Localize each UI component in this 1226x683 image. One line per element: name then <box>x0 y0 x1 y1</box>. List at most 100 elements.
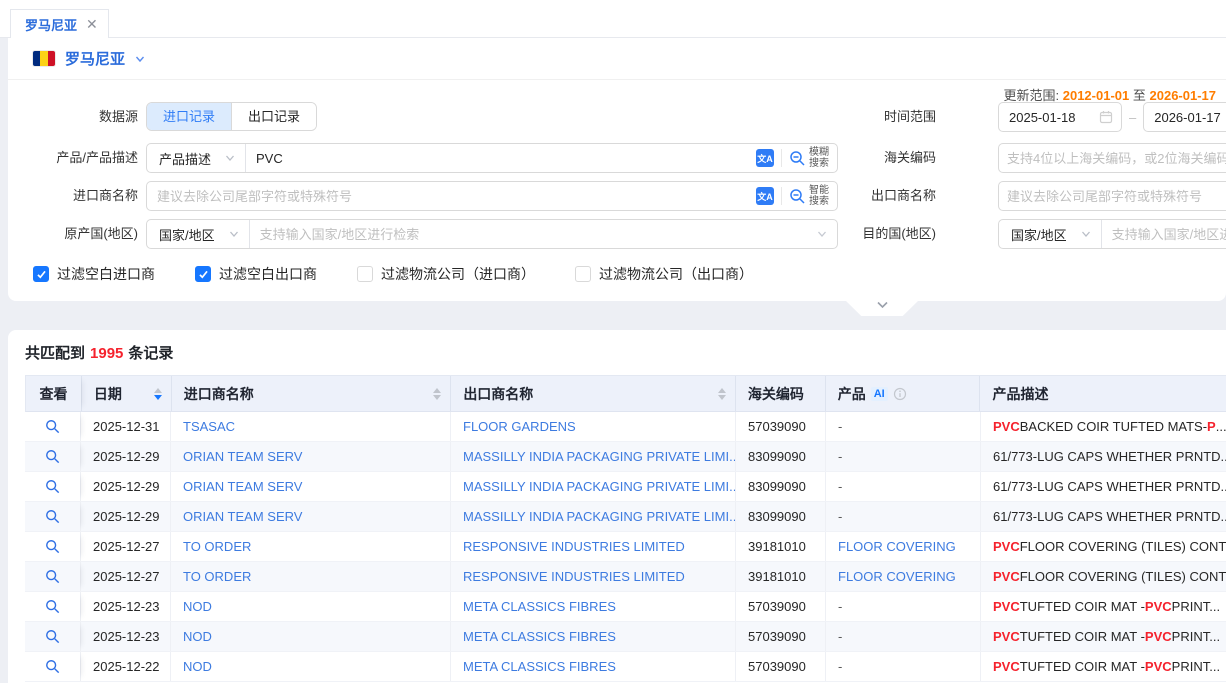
translate-icon[interactable]: 文A <box>756 187 774 205</box>
cell-description: PVC TUFTED COIR MAT - PVC PRINT... <box>980 592 1226 621</box>
exporter-link[interactable]: FLOOR GARDENS <box>463 419 576 434</box>
end-date-input[interactable] <box>1143 102 1226 132</box>
importer-link[interactable]: NOD <box>183 599 212 614</box>
smart-search-button[interactable]: 智能搜索 <box>789 185 829 207</box>
highlight-term: PVC <box>1145 599 1172 614</box>
hs-code-input[interactable] <box>998 143 1226 173</box>
chevron-down-icon[interactable] <box>135 54 145 64</box>
cell-hs-code: 57039090 <box>735 412 825 441</box>
close-icon[interactable]: ✕ <box>86 17 98 31</box>
sort-carets[interactable] <box>718 388 726 400</box>
table-row: 2025-12-29ORIAN TEAM SERVMASSILLY INDIA … <box>25 472 1226 502</box>
importer-link[interactable]: TSASAC <box>183 419 235 434</box>
col-header-importer[interactable]: 进口商名称 <box>171 376 451 411</box>
exporter-input[interactable] <box>998 181 1226 211</box>
table-row: 2025-12-29ORIAN TEAM SERVMASSILLY INDIA … <box>25 502 1226 532</box>
search-icon <box>45 629 60 644</box>
origin-control: 国家/地区 <box>146 219 838 249</box>
table-body: 2025-12-31TSASACFLOOR GARDENS57039090-PV… <box>25 412 1226 682</box>
col-header-date[interactable]: 日期 <box>81 376 171 411</box>
tab-bar: 罗马尼亚 ✕ <box>0 0 1226 38</box>
cell-importer: ORIAN TEAM SERV <box>170 502 450 531</box>
exporter-link[interactable]: RESPONSIVE INDUSTRIES LIMITED <box>463 539 685 554</box>
filter-checkbox[interactable]: 过滤空白进口商 <box>33 264 155 284</box>
importer-link[interactable]: NOD <box>183 629 212 644</box>
product-dash: - <box>838 419 842 434</box>
view-record-button[interactable] <box>25 652 80 681</box>
table-row: 2025-12-27TO ORDERRESPONSIVE INDUSTRIES … <box>25 562 1226 592</box>
destination-type-select[interactable]: 国家/地区 <box>999 220 1102 248</box>
country-selector[interactable]: 罗马尼亚 <box>8 38 1226 80</box>
checkbox-unchecked-icon[interactable] <box>357 266 373 282</box>
hs-code-label: 海关编码 <box>884 143 936 173</box>
cell-exporter: MASSILLY INDIA PACKAGING PRIVATE LIMI... <box>450 502 735 531</box>
records-table: 查看 日期 进口商名称 出口商名称 海关编码 产品 AI 产品描述 <box>25 375 1226 682</box>
col-header-exporter[interactable]: 出口商名称 <box>450 376 735 411</box>
exporter-link[interactable]: MASSILLY INDIA PACKAGING PRIVATE LIMI... <box>463 509 735 524</box>
sort-carets[interactable] <box>154 388 162 400</box>
cell-description: PVC BACKED COIR TUFTED MATS-P... <box>980 412 1226 441</box>
origin-input[interactable] <box>250 220 817 248</box>
view-record-button[interactable] <box>25 622 80 651</box>
export-records-button[interactable]: 出口记录 <box>231 103 316 130</box>
time-range-label: 时间范围 <box>884 102 936 132</box>
view-record-button[interactable] <box>25 562 80 591</box>
importer-link[interactable]: TO ORDER <box>183 569 251 584</box>
translate-icon[interactable]: 文A <box>756 149 774 167</box>
filter-checkbox[interactable]: 过滤物流公司（进口商） <box>357 264 535 284</box>
destination-input[interactable] <box>1102 220 1226 248</box>
view-record-button[interactable] <box>25 532 80 561</box>
exporter-link[interactable]: MASSILLY INDIA PACKAGING PRIVATE LIMI... <box>463 479 735 494</box>
exporter-link[interactable]: META CLASSICS FIBRES <box>463 659 616 674</box>
collapse-filters-button[interactable] <box>845 300 919 316</box>
start-date-field[interactable] <box>999 110 1099 125</box>
exporter-link[interactable]: RESPONSIVE INDUSTRIES LIMITED <box>463 569 685 584</box>
sort-carets[interactable] <box>433 388 441 400</box>
checkbox-unchecked-icon[interactable] <box>575 266 591 282</box>
cell-importer: NOD <box>170 652 450 681</box>
tab-romania[interactable]: 罗马尼亚 ✕ <box>10 9 109 38</box>
product-type-select[interactable]: 产品描述 <box>147 144 246 172</box>
importer-link[interactable]: NOD <box>183 659 212 674</box>
exporter-link[interactable]: MASSILLY INDIA PACKAGING PRIVATE LIMI... <box>463 449 735 464</box>
cell-exporter: MASSILLY INDIA PACKAGING PRIVATE LIMI... <box>450 472 735 501</box>
view-record-button[interactable] <box>25 502 80 531</box>
product-label: 产品/产品描述 <box>8 143 138 173</box>
filter-checkbox[interactable]: 过滤物流公司（出口商） <box>575 264 753 284</box>
exporter-link[interactable]: META CLASSICS FIBRES <box>463 599 616 614</box>
end-date-field[interactable] <box>1144 110 1226 125</box>
checkbox-checked-icon[interactable] <box>33 266 49 282</box>
importer-input[interactable] <box>147 182 756 210</box>
country-name: 罗马尼亚 <box>65 48 125 69</box>
importer-link[interactable]: ORIAN TEAM SERV <box>183 449 302 464</box>
cell-hs-code: 57039090 <box>735 652 825 681</box>
search-icon <box>45 479 60 494</box>
product-link[interactable]: FLOOR COVERING <box>838 569 956 584</box>
view-record-button[interactable] <box>25 592 80 621</box>
chevron-down-icon <box>225 153 235 163</box>
view-record-button[interactable] <box>25 472 80 501</box>
cell-hs-code: 57039090 <box>735 622 825 651</box>
importer-link[interactable]: TO ORDER <box>183 539 251 554</box>
start-date-input[interactable] <box>998 102 1122 132</box>
info-icon[interactable] <box>893 387 907 401</box>
importer-link[interactable]: ORIAN TEAM SERV <box>183 479 302 494</box>
view-record-button[interactable] <box>25 412 80 441</box>
fuzzy-search-button[interactable]: 模糊搜索 <box>789 147 829 169</box>
importer-link[interactable]: ORIAN TEAM SERV <box>183 509 302 524</box>
checkbox-checked-icon[interactable] <box>195 266 211 282</box>
search-minus-icon <box>789 188 806 205</box>
cell-hs-code: 83099090 <box>735 442 825 471</box>
product-link[interactable]: FLOOR COVERING <box>838 539 956 554</box>
product-search-input[interactable] <box>246 144 756 172</box>
exporter-link[interactable]: META CLASSICS FIBRES <box>463 629 616 644</box>
view-record-button[interactable] <box>25 442 80 471</box>
import-records-button[interactable]: 进口记录 <box>147 103 231 130</box>
filter-checkbox[interactable]: 过滤空白出口商 <box>195 264 317 284</box>
cell-exporter: META CLASSICS FIBRES <box>450 652 735 681</box>
search-icon <box>45 509 60 524</box>
results-summary: 共匹配到1995条记录 <box>25 342 173 363</box>
cell-exporter: META CLASSICS FIBRES <box>450 622 735 651</box>
origin-type-select[interactable]: 国家/地区 <box>147 220 250 248</box>
search-minus-icon <box>789 150 806 167</box>
